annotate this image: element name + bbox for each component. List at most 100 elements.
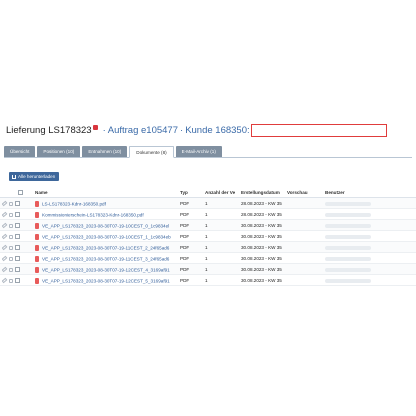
download-icon — [12, 174, 16, 179]
document-name-cell: VE_APP_LS178323_2023-08-30T07-19-10CEST_… — [35, 231, 175, 242]
document-link[interactable]: VE_APP_LS178323_2023-08-30T07-19-10CEST_… — [42, 223, 169, 228]
document-link[interactable]: Kommissionierschein-LS178323-Kdnr-168350… — [42, 212, 144, 217]
document-type: PDF — [180, 212, 190, 217]
row-actions — [2, 198, 32, 209]
document-user — [325, 253, 385, 264]
document-date: 30.08.2023 - KW 35 — [241, 267, 282, 272]
tab-bar: Übersicht Positionen (10) Entnahmen (10)… — [4, 146, 412, 158]
customer-link[interactable]: Kunde 168350: — [185, 125, 249, 136]
document-name-cell: LS-LS178323-Kdnr-168350.pdf — [35, 198, 175, 209]
document-user — [325, 231, 385, 242]
document-link[interactable]: VE_APP_LS178323_2023-08-30T07-19-11CEST_… — [42, 245, 169, 250]
document-name-cell: Kommissionierschein-LS178323-Kdnr-168350… — [35, 209, 175, 220]
document-count: 1 — [205, 234, 208, 239]
pencil-icon[interactable] — [2, 233, 8, 240]
redacted-user — [325, 278, 371, 283]
table-row[interactable]: VE_APP_LS178323_2023-08-30T07-19-12CEST_… — [0, 275, 416, 286]
row-checkbox[interactable] — [15, 234, 20, 239]
document-name-cell: VE_APP_LS178323_2023-08-30T07-19-10CEST_… — [35, 220, 175, 231]
document-user — [325, 242, 385, 253]
download-all-button[interactable]: Alle herunterladen — [9, 172, 59, 181]
lock-icon[interactable] — [9, 223, 13, 228]
document-link[interactable]: VE_APP_LS178323_2023-08-30T07-19-11CEST_… — [42, 256, 169, 261]
document-type: PDF — [180, 267, 190, 272]
column-preview[interactable]: Vorschau — [287, 187, 317, 198]
table-row[interactable]: VE_APP_LS178323_2023-08-30T07-19-11CEST_… — [0, 253, 416, 264]
redacted-user — [325, 256, 371, 261]
row-actions — [2, 253, 32, 264]
table-row[interactable]: Kommissionierschein-LS178323-Kdnr-168350… — [0, 209, 416, 220]
tab-withdrawals[interactable]: Entnahmen (10) — [82, 146, 128, 157]
lock-icon[interactable] — [9, 256, 13, 261]
document-link[interactable]: VE_APP_LS178323_2023-08-30T07-19-12CEST_… — [42, 278, 170, 283]
row-checkbox[interactable] — [15, 267, 20, 272]
column-count[interactable]: Anzahl der Ver — [205, 187, 235, 198]
row-actions — [2, 275, 32, 286]
row-actions — [2, 209, 32, 220]
page-title: Lieferung LS178323 — [6, 124, 92, 136]
tab-positions[interactable]: Positionen (10) — [37, 146, 81, 157]
table-row[interactable]: VE_APP_LS178323_2023-08-30T07-19-10CEST_… — [0, 231, 416, 242]
pencil-icon[interactable] — [2, 211, 8, 218]
select-all-checkbox[interactable] — [18, 190, 23, 195]
tab-documents[interactable]: Dokumente (8) — [129, 146, 174, 158]
document-date: 30.08.2023 - KW 35 — [241, 278, 282, 283]
column-date[interactable]: Erstellungsdatum — [241, 187, 291, 198]
table-row[interactable]: LS-LS178323-Kdnr-168350.pdf PDF 1 28.08.202… — [0, 198, 416, 209]
column-name[interactable]: Name — [35, 187, 175, 198]
redacted-user — [325, 267, 371, 272]
document-date: 30.08.2023 - KW 35 — [241, 245, 282, 250]
lock-icon[interactable] — [9, 234, 13, 239]
order-link[interactable]: Auftrag e105477 — [108, 125, 178, 136]
pdf-file-icon — [35, 266, 39, 273]
pencil-icon[interactable] — [2, 200, 8, 207]
table-row[interactable]: VE_APP_LS178323_2023-08-30T07-19-11CEST_… — [0, 242, 416, 253]
header-actions — [2, 187, 32, 198]
document-user — [325, 220, 385, 231]
customer-name-field — [250, 123, 387, 137]
pencil-icon[interactable] — [2, 255, 8, 262]
redacted-user — [325, 201, 371, 206]
pdf-file-icon — [35, 233, 39, 240]
document-count: 1 — [205, 245, 208, 250]
pencil-icon[interactable] — [2, 222, 8, 229]
row-checkbox[interactable] — [15, 256, 20, 261]
table-row[interactable]: VE_APP_LS178323_2023-08-30T07-19-10CEST_… — [0, 220, 416, 231]
table-row[interactable]: VE_APP_LS178323_2023-08-30T07-19-12CEST_… — [0, 264, 416, 275]
lock-icon[interactable] — [9, 278, 13, 283]
document-name-cell: VE_APP_LS178323_2023-08-30T07-19-11CEST_… — [35, 253, 175, 264]
documents-table: Name Typ Anzahl der Ver Erstellungsdatum… — [0, 187, 416, 286]
document-link[interactable]: LS-LS178323-Kdnr-168350.pdf — [42, 201, 106, 206]
document-link[interactable]: VE_APP_LS178323_2023-08-30T07-19-10CEST_… — [42, 234, 171, 239]
redacted-user — [325, 212, 371, 217]
pencil-icon[interactable] — [2, 277, 8, 284]
table-header: Name Typ Anzahl der Ver Erstellungsdatum… — [0, 187, 416, 198]
document-user — [325, 209, 385, 220]
document-count: 1 — [205, 201, 208, 206]
pencil-icon[interactable] — [2, 266, 8, 273]
tab-overview[interactable]: Übersicht — [4, 146, 36, 157]
document-link[interactable]: VE_APP_LS178323_2023-08-30T07-19-12CEST_… — [42, 267, 170, 272]
document-type: PDF — [180, 234, 190, 239]
row-actions — [2, 242, 32, 253]
column-type[interactable]: Typ — [180, 187, 200, 198]
download-all-label: Alle herunterladen — [18, 174, 56, 179]
document-date: 28.08.2023 - KW 35 — [241, 212, 282, 217]
lock-icon[interactable] — [9, 245, 13, 250]
document-type: PDF — [180, 278, 190, 283]
column-user[interactable]: Benutzer — [325, 187, 385, 198]
lock-icon[interactable] — [9, 267, 13, 272]
lock-icon[interactable] — [9, 212, 13, 217]
row-checkbox[interactable] — [15, 212, 20, 217]
pencil-icon[interactable] — [2, 244, 8, 251]
pdf-file-icon — [35, 222, 39, 229]
row-checkbox[interactable] — [15, 223, 20, 228]
redacted-user — [325, 223, 371, 228]
row-checkbox[interactable] — [15, 278, 20, 283]
tab-email-archive[interactable]: E-Mail-Archiv (1) — [175, 146, 222, 157]
lock-icon[interactable] — [9, 201, 13, 206]
row-checkbox[interactable] — [15, 201, 20, 206]
pdf-file-icon — [35, 255, 39, 262]
document-count: 1 — [205, 212, 208, 217]
row-checkbox[interactable] — [15, 245, 20, 250]
